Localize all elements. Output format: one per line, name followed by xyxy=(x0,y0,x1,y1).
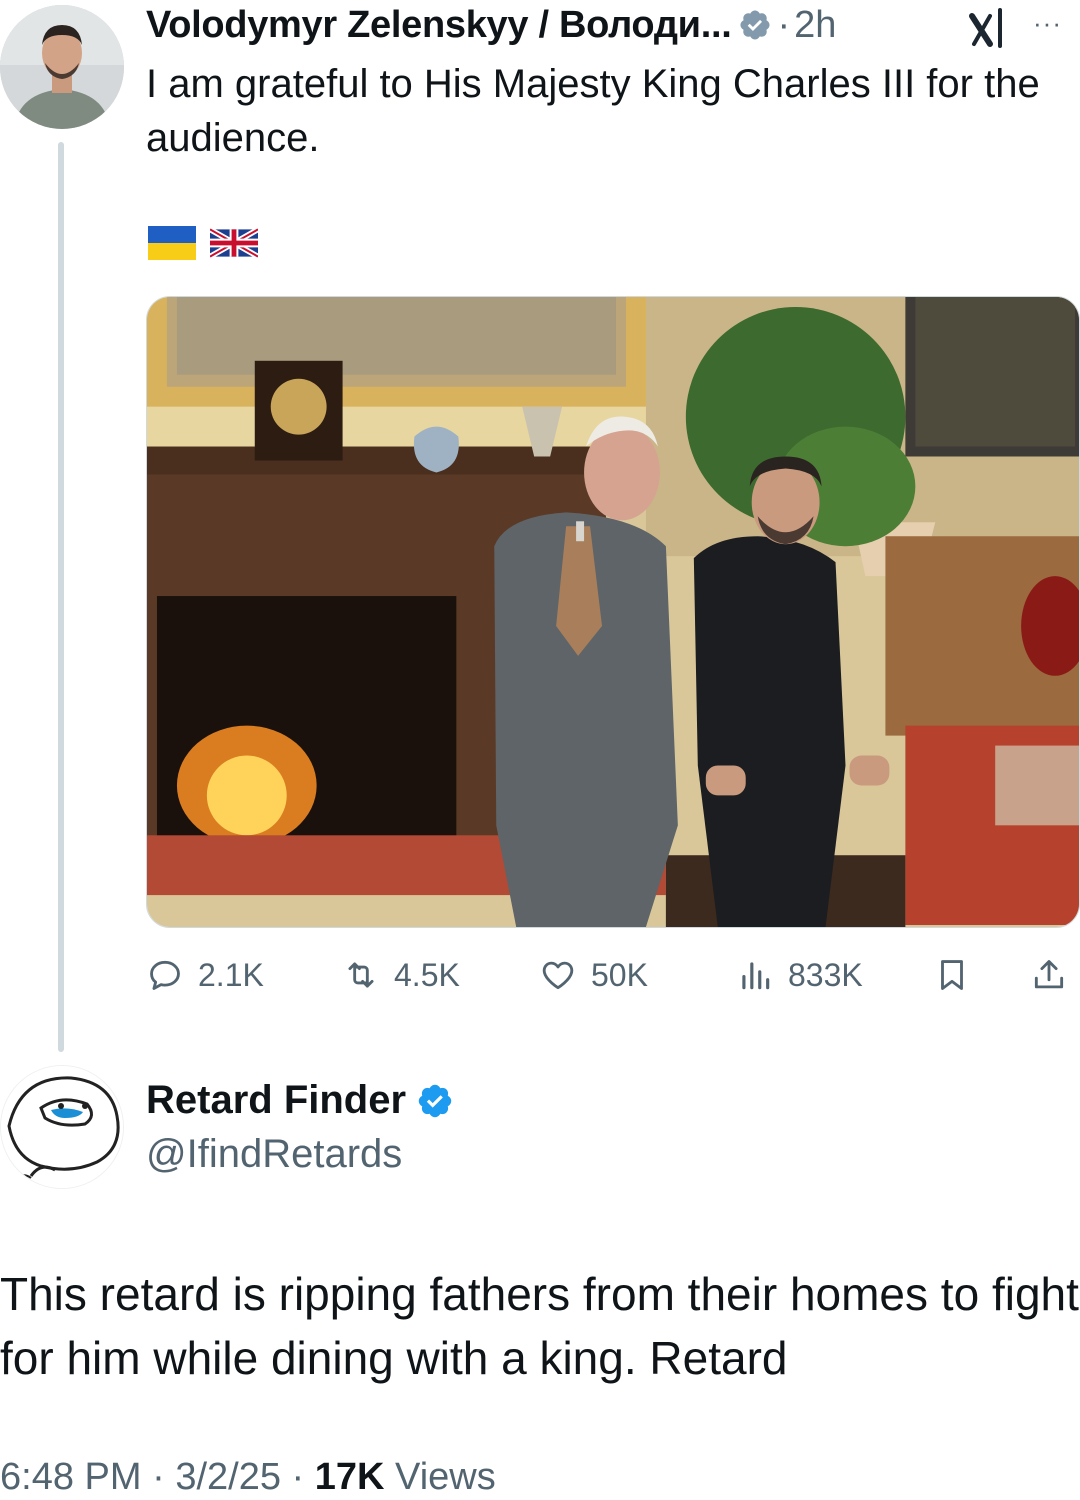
share-button[interactable] xyxy=(1030,950,1080,1000)
meta-separator: · xyxy=(152,1456,165,1498)
more-options-icon[interactable]: ··· xyxy=(1033,8,1062,39)
photo-image xyxy=(147,297,1079,927)
wojak-avatar-drawing xyxy=(1,1066,123,1188)
reply-count: 2.1K xyxy=(198,956,264,993)
views-icon xyxy=(742,962,770,990)
avatar-photo xyxy=(0,5,124,129)
retweet-button[interactable]: 4.5K xyxy=(342,950,460,1000)
like-button[interactable]: 50K xyxy=(539,950,648,1000)
tweet-text: I am grateful to His Majesty King Charle… xyxy=(146,62,1040,160)
thread-line xyxy=(58,142,64,1052)
uk-flag-icon xyxy=(210,226,258,260)
tweet-header: Volodymyr Zelenskyy / Володи... · 2h ··· xyxy=(146,0,1080,50)
verified-blue-icon xyxy=(418,1084,452,1117)
separator-dot: · xyxy=(777,3,791,46)
author-name[interactable]: Volodymyr Zelenskyy / Володи... xyxy=(146,4,732,47)
tweet-time[interactable]: 2h xyxy=(794,4,836,47)
meta-separator: · xyxy=(291,1456,305,1498)
retweet-icon xyxy=(348,962,374,988)
bookmark-button[interactable] xyxy=(933,950,985,1000)
reply-meta: 6:48 PM · 3/2/25 · 17K Views xyxy=(0,1456,496,1499)
views-button[interactable]: 833K xyxy=(736,950,863,1000)
bookmark-icon xyxy=(941,960,963,990)
reply-button[interactable]: 2.1K xyxy=(146,950,264,1000)
tweet-actions: 2.1K 4.5K 50K 833K xyxy=(146,950,1080,1000)
reply-author-handle[interactable]: @IfindRetards xyxy=(146,1132,402,1177)
share-icon xyxy=(1034,960,1064,989)
reply-author-name[interactable]: Retard Finder xyxy=(146,1078,406,1123)
like-count: 50K xyxy=(591,956,648,993)
verified-gray-icon xyxy=(739,10,770,40)
reply-text: This retard is ripping fathers from thei… xyxy=(0,1268,1079,1384)
retweet-count: 4.5K xyxy=(394,956,460,993)
ukraine-flag-icon xyxy=(148,226,196,260)
reply-views-label: Views xyxy=(395,1456,496,1498)
flag-emojis xyxy=(148,226,258,260)
heart-icon xyxy=(542,961,574,990)
reply-time[interactable]: 6:48 PM xyxy=(0,1456,142,1498)
views-count: 833K xyxy=(788,956,863,993)
reply-date[interactable]: 3/2/25 xyxy=(175,1456,281,1498)
grok-icon[interactable] xyxy=(966,6,1012,50)
reply-author-avatar[interactable] xyxy=(0,1065,124,1189)
reply-author-row: Retard Finder xyxy=(146,1078,454,1123)
author-avatar[interactable] xyxy=(0,5,124,129)
reply-views-count: 17K xyxy=(314,1456,385,1498)
reply-icon xyxy=(150,960,180,990)
tweet-photo[interactable] xyxy=(146,296,1080,928)
